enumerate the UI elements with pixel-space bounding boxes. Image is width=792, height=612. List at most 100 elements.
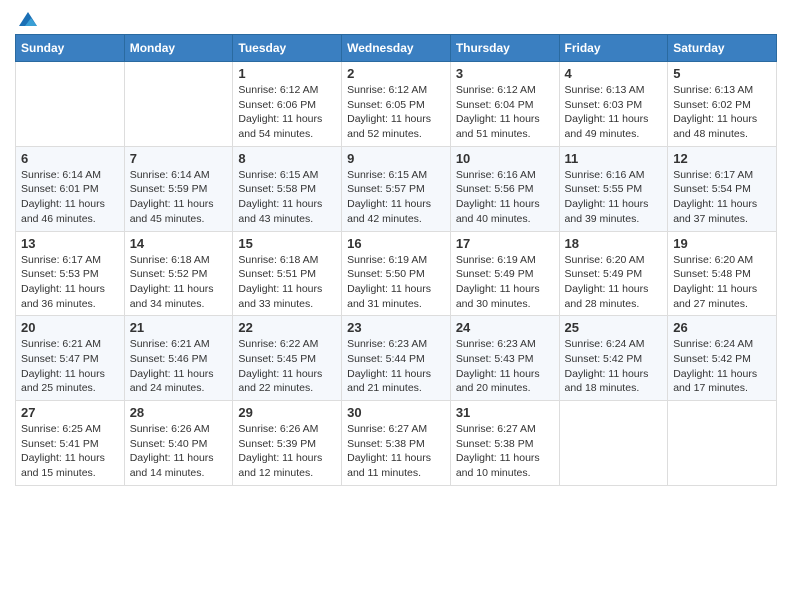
calendar-cell <box>559 401 668 486</box>
col-sunday: Sunday <box>16 35 125 62</box>
day-number: 31 <box>456 405 554 420</box>
day-info: Sunrise: 6:15 AM Sunset: 5:57 PM Dayligh… <box>347 168 445 227</box>
calendar-cell: 13 Sunrise: 6:17 AM Sunset: 5:53 PM Dayli… <box>16 231 125 316</box>
day-info: Sunrise: 6:18 AM Sunset: 5:51 PM Dayligh… <box>238 253 336 312</box>
week-row-2: 13 Sunrise: 6:17 AM Sunset: 5:53 PM Dayli… <box>16 231 777 316</box>
calendar-cell: 19 Sunrise: 6:20 AM Sunset: 5:48 PM Dayli… <box>668 231 777 316</box>
calendar-cell: 14Sunrise: 6:18 AM Sunset: 5:52 PM Dayli… <box>124 231 233 316</box>
col-thursday: Thursday <box>450 35 559 62</box>
calendar-cell: 16 Sunrise: 6:19 AM Sunset: 5:50 PM Dayli… <box>342 231 451 316</box>
day-info: Sunrise: 6:12 AM Sunset: 6:05 PM Dayligh… <box>347 83 445 142</box>
day-number: 24 <box>456 320 554 335</box>
calendar-cell: 20 Sunrise: 6:21 AM Sunset: 5:47 PM Dayli… <box>16 316 125 401</box>
calendar-cell: 6Sunrise: 6:14 AM Sunset: 6:01 PM Daylig… <box>16 146 125 231</box>
day-number: 17 <box>456 236 554 251</box>
day-number: 27 <box>21 405 119 420</box>
header <box>15 10 777 26</box>
day-number: 1 <box>238 66 336 81</box>
col-tuesday: Tuesday <box>233 35 342 62</box>
calendar-cell: 5 Sunrise: 6:13 AM Sunset: 6:02 PM Daylig… <box>668 62 777 147</box>
day-info: Sunrise: 6:13 AM Sunset: 6:02 PM Dayligh… <box>673 83 771 142</box>
calendar-cell: 8 Sunrise: 6:15 AM Sunset: 5:58 PM Daylig… <box>233 146 342 231</box>
day-number: 5 <box>673 66 771 81</box>
day-number: 29 <box>238 405 336 420</box>
calendar-cell <box>124 62 233 147</box>
page: Sunday Monday Tuesday Wednesday Thursday… <box>0 0 792 612</box>
col-saturday: Saturday <box>668 35 777 62</box>
day-number: 12 <box>673 151 771 166</box>
week-row-0: 1 Sunrise: 6:12 AM Sunset: 6:06 PM Daylig… <box>16 62 777 147</box>
calendar-cell: 3 Sunrise: 6:12 AM Sunset: 6:04 PM Daylig… <box>450 62 559 147</box>
day-number: 28 <box>130 405 228 420</box>
calendar-cell: 10 Sunrise: 6:16 AM Sunset: 5:56 PM Dayli… <box>450 146 559 231</box>
calendar-cell: 9Sunrise: 6:15 AM Sunset: 5:57 PM Daylig… <box>342 146 451 231</box>
day-info: Sunrise: 6:17 AM Sunset: 5:54 PM Dayligh… <box>673 168 771 227</box>
day-number: 3 <box>456 66 554 81</box>
calendar-cell: 31Sunrise: 6:27 AM Sunset: 5:38 PM Dayli… <box>450 401 559 486</box>
day-info: Sunrise: 6:16 AM Sunset: 5:56 PM Dayligh… <box>456 168 554 227</box>
day-number: 15 <box>238 236 336 251</box>
col-wednesday: Wednesday <box>342 35 451 62</box>
logo <box>15 10 39 26</box>
day-info: Sunrise: 6:16 AM Sunset: 5:55 PM Dayligh… <box>565 168 663 227</box>
col-friday: Friday <box>559 35 668 62</box>
day-number: 8 <box>238 151 336 166</box>
day-number: 13 <box>21 236 119 251</box>
week-row-4: 27 Sunrise: 6:25 AM Sunset: 5:41 PM Dayli… <box>16 401 777 486</box>
calendar-cell: 30 Sunrise: 6:27 AM Sunset: 5:38 PM Dayli… <box>342 401 451 486</box>
day-number: 16 <box>347 236 445 251</box>
day-info: Sunrise: 6:26 AM Sunset: 5:40 PM Dayligh… <box>130 422 228 481</box>
day-number: 19 <box>673 236 771 251</box>
day-number: 30 <box>347 405 445 420</box>
day-info: Sunrise: 6:18 AM Sunset: 5:52 PM Dayligh… <box>130 253 228 312</box>
day-info: Sunrise: 6:20 AM Sunset: 5:48 PM Dayligh… <box>673 253 771 312</box>
calendar-cell: 1 Sunrise: 6:12 AM Sunset: 6:06 PM Daylig… <box>233 62 342 147</box>
day-info: Sunrise: 6:17 AM Sunset: 5:53 PM Dayligh… <box>21 253 119 312</box>
day-info: Sunrise: 6:24 AM Sunset: 5:42 PM Dayligh… <box>673 337 771 396</box>
day-info: Sunrise: 6:20 AM Sunset: 5:49 PM Dayligh… <box>565 253 663 312</box>
calendar-cell: 11Sunrise: 6:16 AM Sunset: 5:55 PM Dayli… <box>559 146 668 231</box>
day-number: 10 <box>456 151 554 166</box>
day-info: Sunrise: 6:24 AM Sunset: 5:42 PM Dayligh… <box>565 337 663 396</box>
day-info: Sunrise: 6:15 AM Sunset: 5:58 PM Dayligh… <box>238 168 336 227</box>
day-info: Sunrise: 6:14 AM Sunset: 6:01 PM Dayligh… <box>21 168 119 227</box>
day-info: Sunrise: 6:12 AM Sunset: 6:06 PM Dayligh… <box>238 83 336 142</box>
day-number: 2 <box>347 66 445 81</box>
calendar-cell <box>16 62 125 147</box>
day-info: Sunrise: 6:23 AM Sunset: 5:44 PM Dayligh… <box>347 337 445 396</box>
calendar-cell: 23 Sunrise: 6:23 AM Sunset: 5:44 PM Dayli… <box>342 316 451 401</box>
day-number: 23 <box>347 320 445 335</box>
week-row-1: 6Sunrise: 6:14 AM Sunset: 6:01 PM Daylig… <box>16 146 777 231</box>
calendar-cell: 12 Sunrise: 6:17 AM Sunset: 5:54 PM Dayli… <box>668 146 777 231</box>
day-info: Sunrise: 6:14 AM Sunset: 5:59 PM Dayligh… <box>130 168 228 227</box>
calendar-cell: 4Sunrise: 6:13 AM Sunset: 6:03 PM Daylig… <box>559 62 668 147</box>
calendar-cell: 15 Sunrise: 6:18 AM Sunset: 5:51 PM Dayli… <box>233 231 342 316</box>
col-monday: Monday <box>124 35 233 62</box>
header-row: Sunday Monday Tuesday Wednesday Thursday… <box>16 35 777 62</box>
day-info: Sunrise: 6:21 AM Sunset: 5:46 PM Dayligh… <box>130 337 228 396</box>
calendar-cell: 26Sunrise: 6:24 AM Sunset: 5:42 PM Dayli… <box>668 316 777 401</box>
day-info: Sunrise: 6:22 AM Sunset: 5:45 PM Dayligh… <box>238 337 336 396</box>
day-info: Sunrise: 6:26 AM Sunset: 5:39 PM Dayligh… <box>238 422 336 481</box>
week-row-3: 20 Sunrise: 6:21 AM Sunset: 5:47 PM Dayli… <box>16 316 777 401</box>
calendar-cell: 21Sunrise: 6:21 AM Sunset: 5:46 PM Dayli… <box>124 316 233 401</box>
day-info: Sunrise: 6:23 AM Sunset: 5:43 PM Dayligh… <box>456 337 554 396</box>
calendar-table: Sunday Monday Tuesday Wednesday Thursday… <box>15 34 777 486</box>
calendar-body: 1 Sunrise: 6:12 AM Sunset: 6:06 PM Daylig… <box>16 62 777 486</box>
day-number: 25 <box>565 320 663 335</box>
logo-icon <box>17 10 39 28</box>
day-info: Sunrise: 6:25 AM Sunset: 5:41 PM Dayligh… <box>21 422 119 481</box>
day-info: Sunrise: 6:19 AM Sunset: 5:49 PM Dayligh… <box>456 253 554 312</box>
day-number: 20 <box>21 320 119 335</box>
day-info: Sunrise: 6:12 AM Sunset: 6:04 PM Dayligh… <box>456 83 554 142</box>
day-number: 7 <box>130 151 228 166</box>
calendar-cell: 22 Sunrise: 6:22 AM Sunset: 5:45 PM Dayli… <box>233 316 342 401</box>
calendar-cell <box>668 401 777 486</box>
calendar-cell: 17 Sunrise: 6:19 AM Sunset: 5:49 PM Dayli… <box>450 231 559 316</box>
day-info: Sunrise: 6:27 AM Sunset: 5:38 PM Dayligh… <box>347 422 445 481</box>
day-info: Sunrise: 6:19 AM Sunset: 5:50 PM Dayligh… <box>347 253 445 312</box>
calendar-cell: 24 Sunrise: 6:23 AM Sunset: 5:43 PM Dayli… <box>450 316 559 401</box>
day-number: 4 <box>565 66 663 81</box>
day-number: 22 <box>238 320 336 335</box>
day-info: Sunrise: 6:21 AM Sunset: 5:47 PM Dayligh… <box>21 337 119 396</box>
